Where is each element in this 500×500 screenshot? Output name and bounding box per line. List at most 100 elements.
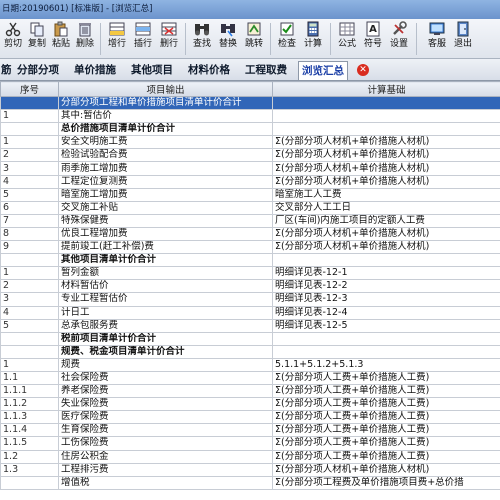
tab-sub-items[interactable]: 分部分项 bbox=[17, 61, 59, 80]
row-index-cell[interactable]: 1 bbox=[0, 357, 59, 372]
row-index-cell[interactable]: 5 bbox=[0, 187, 59, 202]
row-index-cell[interactable]: 3 bbox=[0, 161, 59, 176]
row-item-cell[interactable]: 工程排污费 bbox=[58, 462, 273, 477]
row-index-cell[interactable]: 4 bbox=[0, 305, 59, 320]
row-item-cell[interactable]: 分部分项工程和单价措施项目清单计价合计 bbox=[58, 95, 273, 111]
find-button[interactable]: 查找 bbox=[189, 21, 215, 57]
row-item-cell[interactable]: 暗室施工增加费 bbox=[58, 187, 273, 202]
row-index-cell[interactable]: 9 bbox=[0, 240, 59, 255]
table-row[interactable]: 4 计日工 明细详见表-12-4 bbox=[0, 305, 500, 320]
row-index-cell[interactable]: 1.1.5 bbox=[0, 436, 59, 451]
row-basis-cell[interactable] bbox=[272, 122, 500, 137]
row-item-cell[interactable]: 特殊保健费 bbox=[58, 213, 273, 228]
table-row[interactable]: 1.1.2 失业保险费 Σ(分部分项人工费+单价措施人工费) bbox=[0, 397, 500, 412]
row-basis-cell[interactable] bbox=[272, 109, 500, 124]
row-index-cell[interactable]: 1.3 bbox=[0, 462, 59, 477]
row-item-cell[interactable]: 规费、税金项目清单计价合计 bbox=[58, 344, 273, 359]
table-row[interactable]: 4 工程定位复测费 Σ(分部分项人材机+单价措施人材机) bbox=[0, 174, 500, 189]
check-button[interactable]: 检查 bbox=[274, 21, 300, 57]
table-row[interactable]: 规费、税金项目清单计价合计 bbox=[0, 344, 500, 359]
row-basis-cell[interactable]: Σ(分部分项人材机+单价措施人材机) bbox=[272, 462, 500, 477]
row-basis-cell[interactable]: 厂区(车间)内施工项目的定额人工费 bbox=[272, 213, 500, 228]
delete-button[interactable]: 删除 bbox=[73, 21, 97, 57]
table-row[interactable]: 5 总承包服务费 明细详见表-12-5 bbox=[0, 318, 500, 333]
table-row[interactable]: 1.1 社会保险费 Σ(分部分项人工费+单价措施人工费) bbox=[0, 370, 500, 386]
table-row[interactable]: 1 规费 5.1.1+5.1.2+5.1.3 bbox=[0, 357, 500, 372]
replace-button[interactable]: 替换 bbox=[215, 21, 241, 57]
row-index-cell[interactable] bbox=[0, 95, 59, 111]
row-basis-cell[interactable]: Σ(分部分项人材机+单价措施人材机) bbox=[272, 148, 500, 163]
table-row[interactable]: 1.1.4 生育保险费 Σ(分部分项人工费+单价措施人工费) bbox=[0, 423, 500, 438]
row-item-cell[interactable]: 税前项目清单计价合计 bbox=[58, 331, 273, 346]
row-basis-cell[interactable] bbox=[272, 344, 500, 359]
row-index-cell[interactable]: 1.1.4 bbox=[0, 423, 59, 438]
row-index-cell[interactable]: 1 bbox=[0, 266, 59, 281]
row-basis-cell[interactable]: 明细详见表-12-1 bbox=[272, 266, 500, 281]
row-basis-cell[interactable] bbox=[272, 331, 500, 346]
calculate-button[interactable]: 计算 bbox=[300, 21, 326, 57]
table-row[interactable]: 分部分项工程和单价措施项目清单计价合计 bbox=[0, 95, 500, 111]
row-index-cell[interactable]: 2 bbox=[0, 148, 59, 163]
table-row[interactable]: 税前项目清单计价合计 bbox=[0, 331, 500, 346]
table-row[interactable]: 其他项目清单计价合计 bbox=[0, 253, 500, 268]
row-index-cell[interactable] bbox=[0, 122, 59, 137]
table-row[interactable]: 5 暗室施工增加费 暗室施工人工费 bbox=[0, 187, 500, 202]
row-basis-cell[interactable]: Σ(分部分项工程费及单价措施项目费+总价措 bbox=[272, 475, 500, 490]
row-item-cell[interactable]: 安全文明施工费 bbox=[58, 135, 273, 150]
row-basis-cell[interactable]: Σ(分部分项人材机+单价措施人材机) bbox=[272, 226, 500, 242]
row-index-cell[interactable]: 4 bbox=[0, 174, 59, 189]
tab-browse-summary[interactable]: 浏览汇总 bbox=[298, 61, 348, 80]
tab-unit-price-measures[interactable]: 单价措施 bbox=[74, 61, 116, 80]
delete-row-button[interactable]: 删行 bbox=[156, 21, 182, 57]
row-basis-cell[interactable]: Σ(分部分项人材机+单价措施人材机) bbox=[272, 135, 500, 150]
row-index-cell[interactable]: 3 bbox=[0, 292, 59, 307]
row-basis-cell[interactable]: Σ(分部分项人工费+单价措施人工费) bbox=[272, 410, 500, 425]
cut-button[interactable]: 剪切 bbox=[1, 21, 25, 57]
row-index-cell[interactable] bbox=[0, 344, 59, 359]
table-row[interactable]: 总价措施项目清单计价合计 bbox=[0, 122, 500, 137]
column-header-index[interactable]: 序号 bbox=[0, 81, 59, 97]
row-basis-cell[interactable]: 5.1.1+5.1.2+5.1.3 bbox=[272, 357, 500, 372]
table-row[interactable]: 1.1.3 医疗保险费 Σ(分部分项人工费+单价措施人工费) bbox=[0, 410, 500, 425]
table-row[interactable]: 6 交叉施工补贴 交叉部分人工工日 bbox=[0, 200, 500, 215]
row-index-cell[interactable]: 1.1.2 bbox=[0, 397, 59, 412]
row-basis-cell[interactable]: 交叉部分人工工日 bbox=[272, 200, 500, 215]
table-row[interactable]: 9 提前竣工(赶工补偿)费 Σ(分部分项人材机+单价措施人材机) bbox=[0, 240, 500, 255]
row-item-cell[interactable]: 计日工 bbox=[58, 305, 273, 320]
row-index-cell[interactable]: 1.1 bbox=[0, 370, 59, 386]
row-item-cell[interactable]: 规费 bbox=[58, 357, 273, 372]
row-basis-cell[interactable]: 明细详见表-12-3 bbox=[272, 292, 500, 307]
copy-button[interactable]: 复制 bbox=[25, 21, 49, 57]
row-basis-cell[interactable]: 明细详见表-12-5 bbox=[272, 318, 500, 333]
table-row[interactable]: 3 专业工程暂估价 明细详见表-12-3 bbox=[0, 292, 500, 307]
table-row[interactable]: 7 特殊保健费 厂区(车间)内施工项目的定额人工费 bbox=[0, 213, 500, 228]
table-row[interactable]: 1 安全文明施工费 Σ(分部分项人材机+单价措施人材机) bbox=[0, 135, 500, 150]
table-row[interactable]: 1.2 住房公积金 Σ(分部分项人工费+单价措施人工费) bbox=[0, 449, 500, 464]
row-basis-cell[interactable]: 明细详见表-12-4 bbox=[272, 305, 500, 320]
row-basis-cell[interactable]: 暗室施工人工费 bbox=[272, 187, 500, 202]
table-row[interactable]: 增值税 Σ(分部分项工程费及单价措施项目费+总价措 bbox=[0, 475, 500, 490]
row-item-cell[interactable]: 工程定位复测费 bbox=[58, 174, 273, 189]
row-item-cell[interactable]: 其中:暂估价 bbox=[58, 109, 273, 124]
settings-button[interactable]: 设置 bbox=[386, 21, 412, 57]
row-item-cell[interactable]: 社会保险费 bbox=[58, 370, 273, 386]
table-row[interactable]: 2 材料暂估价 明细详见表-12-2 bbox=[0, 279, 500, 294]
tab-material-prices[interactable]: 材料价格 bbox=[188, 61, 230, 80]
row-item-cell[interactable]: 住房公积金 bbox=[58, 449, 273, 464]
row-basis-cell[interactable]: Σ(分部分项人材机+单价措施人材机) bbox=[272, 174, 500, 189]
row-index-cell[interactable] bbox=[0, 475, 59, 490]
row-item-cell[interactable]: 暂列金额 bbox=[58, 266, 273, 281]
add-row-button[interactable]: 增行 bbox=[104, 21, 130, 57]
row-item-cell[interactable]: 其他项目清单计价合计 bbox=[58, 253, 273, 268]
jump-button[interactable]: 跳转 bbox=[241, 21, 267, 57]
row-index-cell[interactable]: 2 bbox=[0, 279, 59, 294]
row-index-cell[interactable]: 1.2 bbox=[0, 449, 59, 464]
row-item-cell[interactable]: 医疗保险费 bbox=[58, 410, 273, 425]
row-index-cell[interactable]: 8 bbox=[0, 226, 59, 242]
row-item-cell[interactable]: 材料暂估价 bbox=[58, 279, 273, 294]
table-row[interactable]: 1 其中:暂估价 bbox=[0, 109, 500, 124]
row-item-cell[interactable]: 失业保险费 bbox=[58, 397, 273, 412]
row-basis-cell[interactable]: Σ(分部分项人工费+单价措施人工费) bbox=[272, 423, 500, 438]
row-item-cell[interactable]: 雨季施工增加费 bbox=[58, 161, 273, 176]
table-row[interactable]: 1.1.1 养老保险费 Σ(分部分项人工费+单价措施人工费) bbox=[0, 384, 500, 399]
